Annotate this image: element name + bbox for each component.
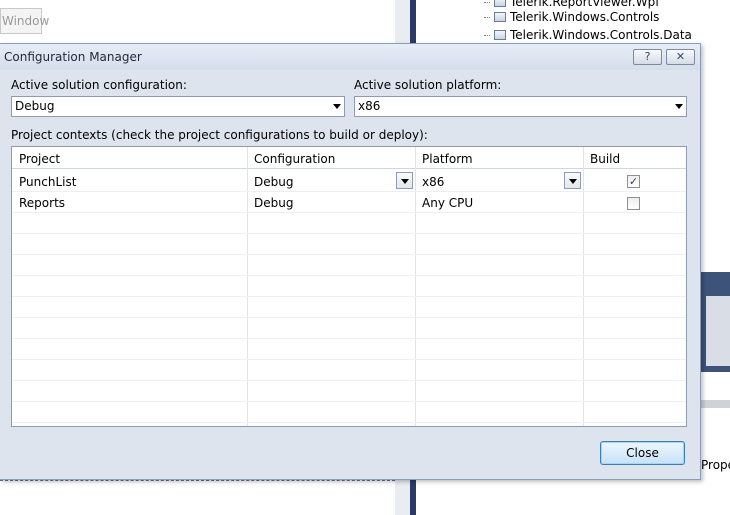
- help-button[interactable]: ?: [633, 49, 662, 65]
- background-scroll-strip: [700, 400, 730, 408]
- row-project-punchlist: PunchList: [19, 175, 77, 189]
- checkmark-icon: ✓: [628, 175, 639, 188]
- configuration-dropdown-button[interactable]: [396, 172, 413, 189]
- project-contexts-grid: Project Configuration Platform Build Pun…: [11, 146, 687, 427]
- dialog-titlebar[interactable]: Configuration Manager ? ✕: [0, 44, 700, 70]
- row-configuration-value[interactable]: Debug: [254, 196, 293, 210]
- reference-icon: [494, 30, 506, 40]
- active-platform-value: x86: [358, 99, 381, 113]
- chevron-down-icon: [401, 179, 409, 184]
- reference-icon: [494, 0, 506, 7]
- chevron-down-icon: [569, 179, 577, 184]
- tree-item-label: Telerik.Windows.Controls.Data: [510, 28, 692, 42]
- help-icon: ?: [644, 50, 651, 63]
- background-properties-label: Prope: [701, 458, 730, 472]
- column-header-project[interactable]: Project: [19, 152, 60, 166]
- active-platform-select[interactable]: x86: [354, 96, 687, 117]
- row-platform-value[interactable]: Any CPU: [422, 196, 473, 210]
- column-header-build[interactable]: Build: [590, 152, 620, 166]
- column-header-platform[interactable]: Platform: [422, 152, 473, 166]
- active-config-value: Debug: [15, 99, 55, 113]
- platform-dropdown-button[interactable]: [564, 172, 581, 189]
- chevron-down-icon: [333, 104, 341, 109]
- background-window-tab[interactable]: Window: [0, 8, 49, 34]
- reference-icon: [494, 12, 506, 22]
- close-icon: ✕: [675, 50, 686, 63]
- row-configuration-value[interactable]: Debug: [254, 175, 293, 189]
- column-header-configuration[interactable]: Configuration: [254, 152, 335, 166]
- window-close-button[interactable]: ✕: [666, 49, 695, 65]
- grid-header: [12, 147, 686, 169]
- close-button[interactable]: Close: [600, 441, 685, 465]
- active-config-label: Active solution configuration:: [11, 78, 187, 92]
- tree-item-windows-controls[interactable]: Telerik.Windows.Controls: [484, 8, 659, 26]
- background-divider: [0, 480, 395, 481]
- dialog-title: Configuration Manager: [4, 50, 142, 64]
- background-dark-panel: [700, 272, 730, 372]
- project-contexts-label: Project contexts (check the project conf…: [11, 128, 428, 142]
- row-project-reports: Reports: [19, 196, 66, 210]
- tree-item-label: Telerik.Windows.Controls: [510, 10, 660, 24]
- tree-item-windows-controls-data[interactable]: Telerik.Windows.Controls.Data: [484, 26, 692, 44]
- build-checkbox-punchlist[interactable]: ✓: [627, 175, 640, 188]
- row-platform-value[interactable]: x86: [422, 175, 444, 189]
- active-config-select[interactable]: Debug: [11, 96, 345, 117]
- chevron-down-icon: [675, 104, 683, 109]
- configuration-manager-dialog: Configuration Manager ? ✕ Active solutio…: [0, 43, 701, 480]
- build-checkbox-reports[interactable]: [627, 197, 640, 210]
- active-platform-label: Active solution platform:: [354, 78, 502, 92]
